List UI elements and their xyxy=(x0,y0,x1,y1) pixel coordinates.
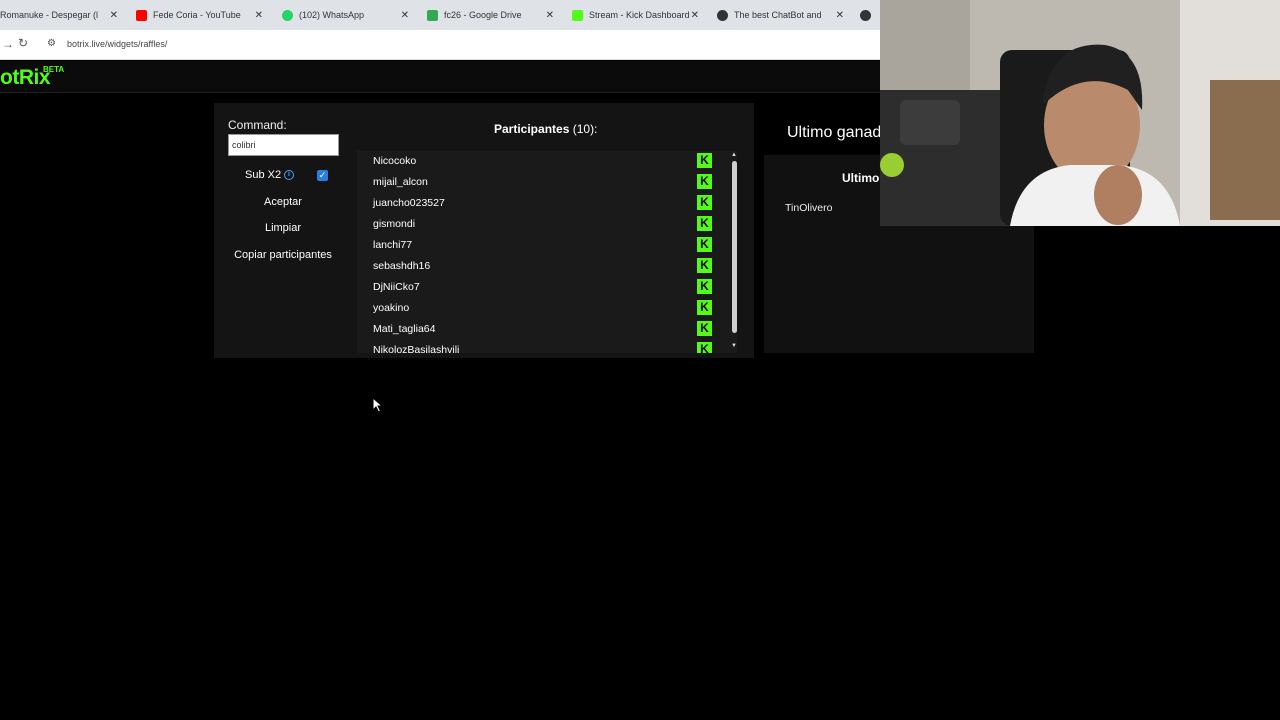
kick-icon: K xyxy=(697,279,712,294)
tab-label: Fede Coria - YouTube xyxy=(153,10,241,20)
sub-x2-label: Sub X2 xyxy=(245,169,282,181)
list-item[interactable]: lanchi77 K xyxy=(357,235,717,256)
participant-name: mijail_alcon xyxy=(373,176,428,188)
last-winner-subtitle: Ultimo xyxy=(842,171,880,185)
list-item[interactable]: sebashdh16 K xyxy=(357,256,717,277)
scrollbar-thumb[interactable] xyxy=(732,161,737,333)
botrix-icon xyxy=(717,9,728,21)
webcam-overlay xyxy=(880,0,1280,226)
close-icon[interactable]: ✕ xyxy=(255,10,263,21)
address-bar: → ↻ ⚙ botrix.live/widgets/raffles/ xyxy=(0,30,880,60)
list-item[interactable]: DjNiiCko7 K xyxy=(357,277,717,298)
browser-tab[interactable]: The best ChatBot and Wi... ✕ xyxy=(717,4,844,26)
tab-label: Stream - Kick Dashboard xyxy=(589,10,690,20)
browser-tab[interactable]: fc26 - Google Drive ✕ xyxy=(427,4,554,26)
list-item[interactable]: mijail_alcon K xyxy=(357,172,717,193)
reload-icon[interactable]: ↻ xyxy=(18,36,28,50)
list-item[interactable]: Mati_taglia64 K xyxy=(357,319,717,340)
beta-badge: BETA xyxy=(43,65,65,74)
tab-label: (102) WhatsApp xyxy=(299,10,365,20)
mouse-cursor-icon xyxy=(372,397,384,413)
close-icon[interactable]: ✕ xyxy=(836,10,844,21)
last-winner-title: Ultimo ganad xyxy=(787,124,882,141)
command-input[interactable] xyxy=(228,134,339,156)
botrix-icon xyxy=(860,9,871,21)
browser-tab[interactable]: Stream - Kick Dashboard ✕ xyxy=(572,4,699,26)
participant-name: yoakino xyxy=(373,302,410,314)
kick-icon: K xyxy=(697,342,712,353)
browser-tab[interactable]: (102) WhatsApp ✕ xyxy=(282,4,409,26)
kick-icon: K xyxy=(697,258,712,273)
participant-name: NikolozBasilashvili xyxy=(373,344,460,353)
back-arrow-icon[interactable]: → xyxy=(2,37,14,51)
kick-icon: K xyxy=(697,216,712,231)
participants-title-label: Participantes xyxy=(494,122,570,136)
site-settings-icon[interactable]: ⚙ xyxy=(47,38,56,49)
kick-icon: K xyxy=(697,174,712,189)
tab-label: fc26 - Google Drive xyxy=(444,10,522,20)
close-icon[interactable]: ✕ xyxy=(546,10,554,21)
participant-name: Nicocoko xyxy=(373,155,417,167)
participants-list[interactable]: Nicocoko K mijail_alcon K juancho023527 … xyxy=(357,151,737,353)
whatsapp-icon xyxy=(282,9,293,21)
google-drive-icon xyxy=(427,9,438,21)
list-item[interactable]: yoakino K xyxy=(357,298,717,319)
participants-title: Participantes (10): xyxy=(494,122,597,136)
participant-name: sebashdh16 xyxy=(373,260,431,272)
clear-button[interactable]: Limpiar xyxy=(228,218,338,238)
close-icon[interactable]: ✕ xyxy=(110,10,118,21)
browser-tab[interactable]: Romanuke - Despegar (li... ✕ xyxy=(0,4,118,26)
kick-icon xyxy=(572,9,583,21)
participant-name: lanchi77 xyxy=(373,239,413,251)
participant-name: Mati_taglia64 xyxy=(373,323,436,335)
sub-x2-checkbox[interactable]: ✓ xyxy=(317,170,328,181)
copy-participants-button[interactable]: Copiar participantes xyxy=(228,245,338,265)
participant-name: gismondi xyxy=(373,218,416,230)
kick-icon: K xyxy=(697,300,712,315)
list-item[interactable]: Nicocoko K xyxy=(357,151,717,172)
webcam-scene xyxy=(880,0,1280,226)
url-text[interactable]: botrix.live/widgets/raffles/ xyxy=(67,39,167,49)
browser-tab-strip: Romanuke - Despegar (li... ✕ Fede Coria … xyxy=(0,0,880,30)
participant-name: DjNiiCko7 xyxy=(373,281,420,293)
scroll-down-arrow-icon[interactable]: ▼ xyxy=(731,343,737,349)
accept-button[interactable]: Aceptar xyxy=(228,192,338,212)
raffle-panel: Command: Sub X2 i ✓ Aceptar Limpiar Copi… xyxy=(214,103,754,358)
tab-label: The best ChatBot and Wi... xyxy=(734,10,824,20)
scroll-up-arrow-icon[interactable]: ▲ xyxy=(731,152,737,158)
kick-icon: K xyxy=(697,237,712,252)
info-icon[interactable]: i xyxy=(284,170,294,180)
command-label: Command: xyxy=(228,118,287,132)
kick-icon: K xyxy=(697,195,712,210)
list-item[interactable]: gismondi K xyxy=(357,214,717,235)
participant-name: juancho023527 xyxy=(373,197,445,209)
last-winner-name: TinOlivero xyxy=(785,202,833,214)
close-icon[interactable]: ✕ xyxy=(691,10,699,21)
browser-tab-active[interactable] xyxy=(860,4,874,26)
app-header: otRix BETA xyxy=(0,61,880,93)
list-item[interactable]: NikolozBasilashvili K xyxy=(357,340,717,353)
youtube-icon xyxy=(136,9,147,21)
participants-count: (10): xyxy=(572,122,598,136)
close-icon[interactable]: ✕ xyxy=(401,10,409,21)
browser-tab[interactable]: Fede Coria - YouTube ✕ xyxy=(136,4,263,26)
kick-icon: K xyxy=(697,321,712,336)
list-item[interactable]: juancho023527 K xyxy=(357,193,717,214)
kick-icon: K xyxy=(697,153,712,168)
tab-label: Romanuke - Despegar (li... xyxy=(0,10,98,20)
